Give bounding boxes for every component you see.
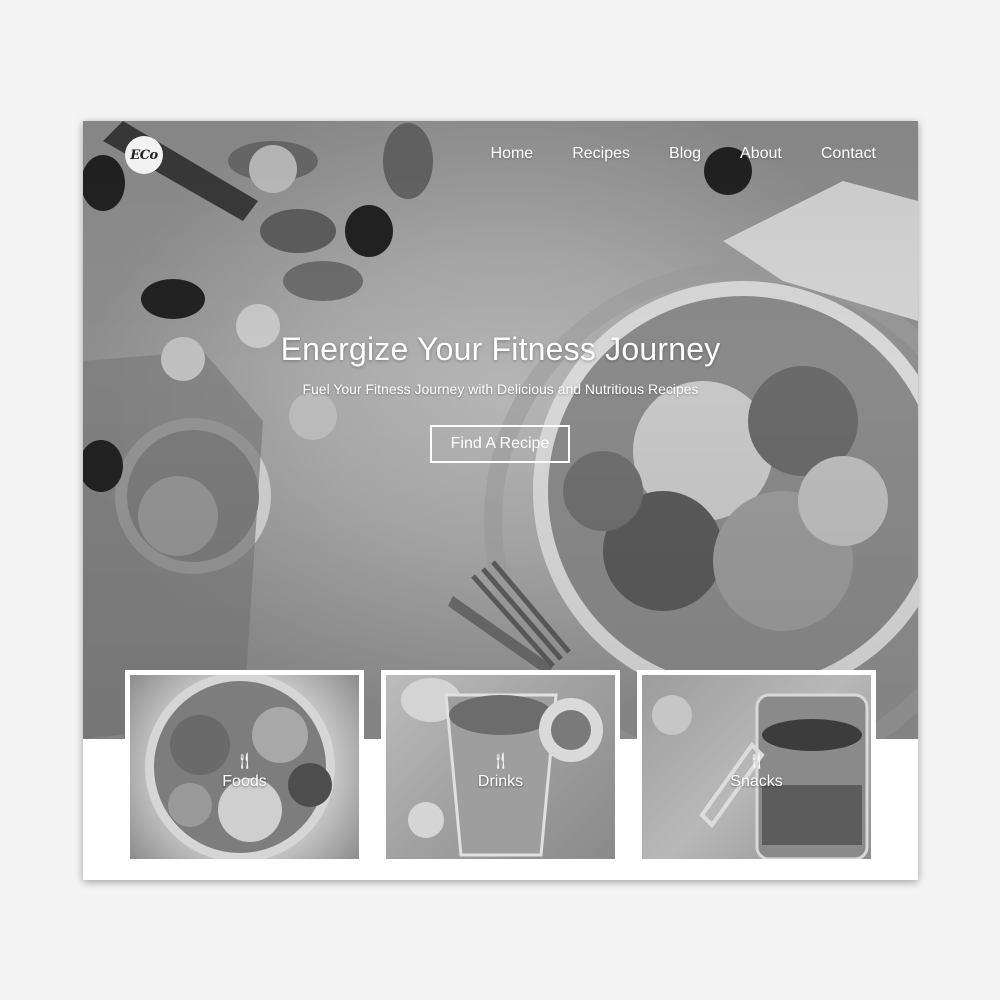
main-nav: Home Recipes Blog About Contact	[491, 145, 876, 163]
nav-item-contact[interactable]: Contact	[821, 145, 876, 163]
brand-logo[interactable]: ECo	[125, 136, 163, 174]
utensils-icon: 🍴︎	[234, 751, 255, 770]
nav-item-about[interactable]: About	[740, 145, 782, 163]
category-label-foods: Foods	[222, 773, 267, 790]
category-label-drinks: Drinks	[477, 773, 524, 790]
category-card-drinks[interactable]: 🍴︎ Drinks	[381, 670, 620, 864]
nav-item-blog[interactable]: Blog	[669, 145, 701, 163]
category-image-snacks: 🍴︎ Snacks	[642, 675, 871, 859]
hero-section: ECo Home Recipes Blog About Contact Ener…	[83, 121, 918, 739]
category-card-foods[interactable]: 🍴︎ Foods	[125, 670, 364, 864]
hero-title: Energize Your Fitness Journey	[280, 331, 721, 367]
nav-item-home[interactable]: Home	[491, 145, 534, 163]
logo-text: ECo	[130, 147, 158, 163]
utensils-icon: 🍴︎	[490, 751, 511, 770]
utensils-icon: 🍴︎	[746, 751, 767, 770]
category-card-snacks[interactable]: 🍴︎ Snacks	[637, 670, 876, 864]
category-label-snacks: Snacks	[730, 773, 783, 790]
category-image-foods: 🍴︎ Foods	[130, 675, 359, 859]
nav-item-recipes[interactable]: Recipes	[572, 145, 630, 163]
website-mockup: ECo Home Recipes Blog About Contact Ener…	[83, 121, 918, 880]
find-recipe-button[interactable]: Find A Recipe	[430, 425, 570, 463]
hero-subtitle: Fuel Your Fitness Journey with Delicious…	[302, 381, 699, 397]
category-image-drinks: 🍴︎ Drinks	[386, 675, 615, 859]
